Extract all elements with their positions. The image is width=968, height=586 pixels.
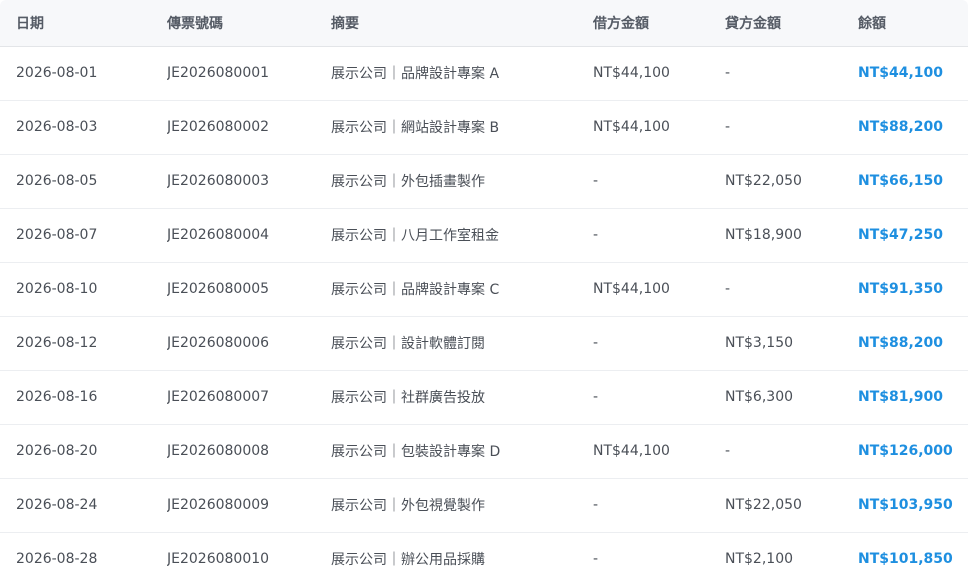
cell-summary: 展示公司｜社群廣告投放 — [331, 390, 485, 406]
cell-credit: - — [725, 119, 731, 135]
table-row[interactable]: 2026-08-10 JE2026080005 展示公司｜品牌設計專案 C NT… — [0, 262, 968, 316]
cell-voucher: JE2026080007 — [167, 389, 270, 405]
cell-voucher: JE2026080005 — [167, 281, 270, 297]
cell-debit: - — [593, 551, 599, 568]
cell-credit: NT$18,900 — [725, 227, 802, 243]
table-header-row: 日期 傳票號碼 摘要 借方金額 貸方金額 餘額 — [0, 0, 968, 46]
cell-credit: - — [725, 281, 731, 297]
cell-date: 2026-08-07 — [16, 227, 98, 243]
cell-date: 2026-08-20 — [16, 443, 98, 459]
cell-summary: 展示公司｜品牌設計專案 A — [331, 66, 500, 82]
cell-credit: - — [725, 65, 731, 81]
table-row[interactable]: 2026-08-05 JE2026080003 展示公司｜外包插畫製作 - NT… — [0, 154, 968, 208]
cell-balance: NT$88,200 — [858, 119, 944, 135]
cell-debit: NT$44,100 — [593, 281, 670, 297]
cell-balance: NT$91,350 — [858, 281, 944, 297]
cell-balance: NT$81,900 — [858, 389, 944, 405]
cell-balance: NT$44,100 — [858, 65, 944, 81]
cell-debit: NT$44,100 — [593, 65, 670, 81]
cell-balance: NT$88,200 — [858, 335, 944, 351]
cell-credit: NT$22,050 — [725, 173, 802, 189]
cell-debit: - — [593, 173, 599, 189]
cell-credit: NT$2,100 — [725, 551, 794, 568]
cell-debit: NT$44,100 — [593, 119, 670, 135]
cell-date: 2026-08-24 — [16, 497, 98, 513]
table-row[interactable]: 2026-08-28 JE2026080010 展示公司｜辦公用品採購 - NT… — [0, 532, 968, 586]
cell-credit: NT$3,150 — [725, 335, 794, 351]
table-row[interactable]: 2026-08-07 JE2026080004 展示公司｜八月工作室租金 - N… — [0, 208, 968, 262]
cell-balance: NT$101,850 — [858, 551, 953, 568]
ledger-body: 2026-08-01 JE2026080001 展示公司｜品牌設計專案 A NT… — [0, 46, 968, 586]
table-row[interactable]: 2026-08-24 JE2026080009 展示公司｜外包視覺製作 - NT… — [0, 478, 968, 532]
column-header-voucher[interactable]: 傳票號碼 — [167, 0, 331, 46]
cell-voucher: JE2026080010 — [167, 551, 270, 568]
cell-debit: - — [593, 497, 599, 513]
cell-date: 2026-08-16 — [16, 389, 98, 405]
cell-credit: NT$22,050 — [725, 497, 802, 513]
table-row[interactable]: 2026-08-12 JE2026080006 展示公司｜設計軟體訂閱 - NT… — [0, 316, 968, 370]
ledger-table: 日期 傳票號碼 摘要 借方金額 貸方金額 餘額 2026-08-01 JE202… — [0, 0, 968, 586]
cell-summary: 展示公司｜辦公用品採購 — [331, 552, 485, 569]
cell-debit: - — [593, 389, 599, 405]
column-header-date[interactable]: 日期 — [0, 0, 167, 46]
cell-summary: 展示公司｜網站設計專案 B — [331, 120, 500, 136]
cell-balance: NT$103,950 — [858, 497, 953, 513]
table-row[interactable]: 2026-08-16 JE2026080007 展示公司｜社群廣告投放 - NT… — [0, 370, 968, 424]
cell-voucher: JE2026080006 — [167, 335, 270, 351]
column-header-debit[interactable]: 借方金額 — [593, 0, 725, 46]
table-row[interactable]: 2026-08-01 JE2026080001 展示公司｜品牌設計專案 A NT… — [0, 46, 968, 100]
cell-debit: - — [593, 227, 599, 243]
cell-summary: 展示公司｜品牌設計專案 C — [331, 282, 500, 298]
cell-date: 2026-08-05 — [16, 173, 98, 189]
cell-balance: NT$47,250 — [858, 227, 944, 243]
cell-voucher: JE2026080003 — [167, 173, 270, 189]
cell-date: 2026-08-01 — [16, 65, 98, 81]
column-header-credit[interactable]: 貸方金額 — [725, 0, 858, 46]
table-row[interactable]: 2026-08-20 JE2026080008 展示公司｜包裝設計專案 D NT… — [0, 424, 968, 478]
table-row[interactable]: 2026-08-03 JE2026080002 展示公司｜網站設計專案 B NT… — [0, 100, 968, 154]
cell-summary: 展示公司｜外包視覺製作 — [331, 498, 485, 514]
cell-date: 2026-08-28 — [16, 551, 98, 568]
cell-date: 2026-08-03 — [16, 119, 98, 135]
cell-credit: - — [725, 443, 731, 459]
cell-debit: - — [593, 335, 599, 351]
cell-credit: NT$6,300 — [725, 389, 794, 405]
cell-summary: 展示公司｜包裝設計專案 D — [331, 444, 501, 460]
cell-date: 2026-08-12 — [16, 335, 98, 351]
cell-summary: 展示公司｜外包插畫製作 — [331, 174, 485, 190]
cell-summary: 展示公司｜八月工作室租金 — [331, 228, 499, 244]
cell-balance: NT$126,000 — [858, 443, 953, 459]
cell-voucher: JE2026080001 — [167, 65, 270, 81]
cell-summary: 展示公司｜設計軟體訂閱 — [331, 336, 485, 352]
column-header-balance[interactable]: 餘額 — [858, 0, 968, 46]
cell-balance: NT$66,150 — [858, 173, 944, 189]
cell-voucher: JE2026080008 — [167, 443, 270, 459]
column-header-summary[interactable]: 摘要 — [331, 0, 593, 46]
cell-debit: NT$44,100 — [593, 443, 670, 459]
cell-date: 2026-08-10 — [16, 281, 98, 297]
cell-voucher: JE2026080002 — [167, 119, 270, 135]
journal-ledger: 日期 傳票號碼 摘要 借方金額 貸方金額 餘額 2026-08-01 JE202… — [0, 0, 968, 586]
cell-voucher: JE2026080004 — [167, 227, 270, 243]
cell-voucher: JE2026080009 — [167, 497, 270, 513]
